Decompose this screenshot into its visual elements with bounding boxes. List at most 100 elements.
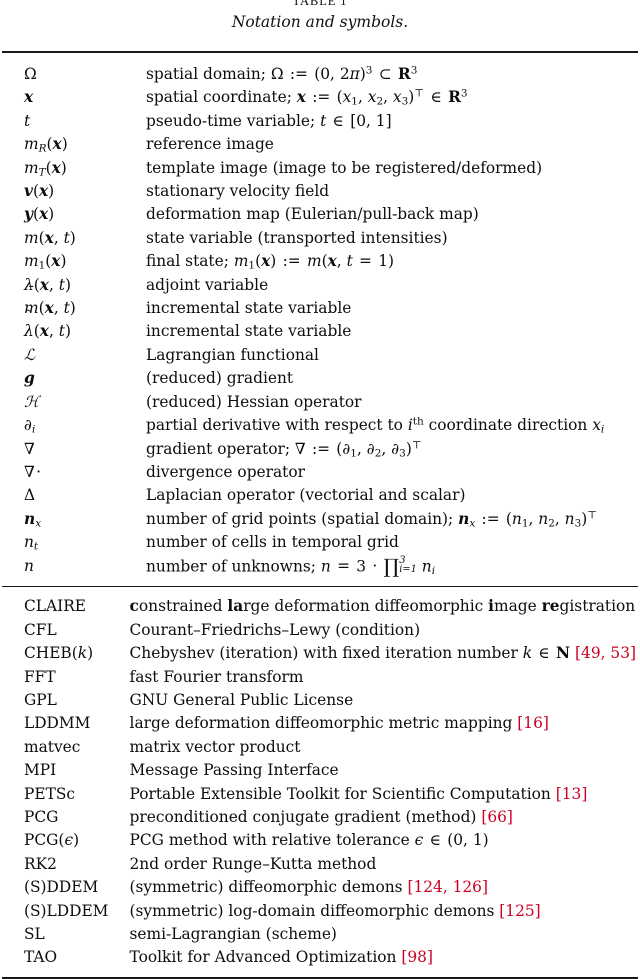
table-row: PCG(ϵ) PCG method with relative toleranc…	[0, 829, 640, 852]
table-row: Ω spatial domain; Ω := (0, 2π)3 ⊂ R3	[0, 53, 640, 86]
description-text: Toolkit for Advanced Optimization	[129, 948, 397, 967]
citation-ref[interactable]: [66]	[481, 808, 513, 826]
table-row: PCG preconditioned conjugate gradient (m…	[0, 806, 640, 829]
table-row: mR(x) reference image	[0, 133, 640, 156]
symbol-cell: mR(x)	[24, 135, 68, 155]
symbol-cell: y(x)	[24, 205, 55, 224]
symbol-cell: ℒ	[24, 345, 36, 364]
description-cell: (reduced) gradient	[146, 369, 294, 388]
description-cell: gradient operator; ∇ := (∂1, ∂2, ∂3)⊤	[146, 439, 422, 460]
table-row: v(x) stationary velocity field	[0, 180, 640, 203]
acronym-cell: TAO	[24, 948, 58, 967]
acronyms-table: CLAIRE constrained large deformation dif…	[0, 587, 640, 977]
description-text: large deformation diffeomorphic metric m…	[129, 714, 513, 733]
description-cell: matrix vector product	[129, 737, 301, 756]
description-cell: pseudo-time variable; t ∈ [0, 1]	[146, 111, 392, 130]
symbol-cell: m(x, t)	[24, 228, 76, 247]
citation-ref[interactable]: [49, 53]	[575, 644, 636, 662]
citation-ref[interactable]: [16]	[517, 714, 549, 732]
table-row: ℒ Lagrangian functional	[0, 344, 640, 367]
description-cell: fast Fourier transform	[129, 667, 304, 686]
symbol-cell: mT(x)	[24, 158, 67, 179]
symbols-table: Ω spatial domain; Ω := (0, 2π)3 ⊂ R3 x s…	[0, 53, 640, 586]
acronym-cell: matvec	[24, 737, 81, 756]
description-cell: divergence operator	[146, 462, 305, 481]
table-row: CLAIRE constrained large deformation dif…	[0, 587, 640, 618]
acronym-cell: LDDMM	[24, 714, 91, 733]
table-row: Δ Laplacian operator (vectorial and scal…	[0, 484, 640, 507]
table-row: (S)DDEM (symmetric) diffeomorphic demons…	[0, 876, 640, 899]
description-cell: (symmetric) diffeomorphic demons [124, 1…	[130, 876, 640, 899]
acronym-cell: (S)DDEM	[24, 878, 99, 897]
description-cell: large deformation diffeomorphic metric m…	[130, 712, 640, 735]
symbol-cell: λ(x, t)	[24, 275, 71, 294]
description-cell: adjoint variable	[146, 275, 269, 294]
citation-ref[interactable]: [125]	[499, 902, 540, 920]
acronym-cell: CLAIRE	[24, 597, 87, 616]
table-row: SL semi-Lagrangian (scheme)	[0, 923, 640, 946]
symbol-cell: n	[24, 556, 34, 575]
description-cell: final state; m1(x) := m(x, t = 1)	[146, 252, 395, 272]
table-row: ˜ λ(x, t) incremental state variable	[0, 307, 640, 343]
acronym-cell: FFT	[24, 667, 56, 686]
table-row: m1(x) final state; m1(x) := m(x, t = 1)	[0, 250, 640, 273]
description-cell: state variable (transported intensities)	[146, 228, 448, 247]
symbol-cell: ˜ λ(x, t)	[24, 307, 71, 341]
symbol-cell: ∇·	[24, 462, 42, 481]
table-row: PETSc Portable Extensible Toolkit for Sc…	[0, 783, 640, 806]
table-row: TAO Toolkit for Advanced Optimization [9…	[0, 946, 640, 976]
table-row: RK2 2nd order Runge–Kutta method	[0, 853, 640, 876]
description-text: preconditioned conjugate gradient (metho…	[129, 808, 477, 827]
description-cell: number of grid points (spatial domain); …	[146, 509, 598, 530]
description-cell: semi-Lagrangian (scheme)	[129, 925, 337, 944]
citation-ref[interactable]: [13]	[556, 785, 588, 803]
description-cell: preconditioned conjugate gradient (metho…	[130, 806, 640, 829]
table-row: FFT fast Fourier transform	[0, 666, 640, 689]
description-text: (symmetric) log-domain diffeomorphic dem…	[129, 901, 495, 920]
symbol-cell: g	[24, 369, 35, 388]
table-row: CFL Courant–Friedrichs–Lewy (condition)	[0, 619, 640, 642]
acronym-cell: PCG(ϵ)	[24, 831, 80, 850]
table-row: CHEB(k) Chebyshev (iteration) with fixed…	[0, 642, 640, 665]
description-cell: PCG method with relative tolerance ϵ ∈ (…	[129, 831, 489, 850]
table-row: n number of unknowns; n = 3 · ∏ 3 i=1 ni	[0, 555, 640, 587]
symbol-cell: ¯ m(x, t)	[24, 284, 76, 318]
symbol-cell: v(x)	[24, 182, 55, 201]
description-cell: (symmetric) log-domain diffeomorphic dem…	[130, 900, 640, 923]
symbol-cell: nx	[24, 509, 42, 530]
description-text: Portable Extensible Toolkit for Scientif…	[129, 784, 551, 803]
table-row: m(x, t) state variable (transported inte…	[0, 227, 640, 250]
table-row: ℋ (reduced) Hessian operator	[0, 391, 640, 414]
tilde-accent: ˜	[25, 307, 33, 325]
acronym-cell: (S)LDDEM	[24, 901, 109, 920]
description-cell: partial derivative with respect to ith c…	[146, 415, 605, 436]
symbol-cell: nt	[24, 533, 39, 553]
table-row: MPI Message Passing Interface	[0, 759, 640, 782]
acronym-cell: PETSc	[24, 784, 76, 803]
description-cell: Laplacian operator (vectorial and scalar…	[146, 486, 466, 505]
description-cell: template image (image to be registered/d…	[146, 158, 543, 177]
description-cell: stationary velocity field	[146, 182, 330, 201]
table-row: t pseudo-time variable; t ∈ [0, 1]	[0, 110, 640, 133]
symbol-cell: x	[24, 88, 34, 107]
acronym-cell: SL	[24, 925, 45, 944]
description-cell: GNU General Public License	[129, 691, 354, 709]
description-cell: Toolkit for Advanced Optimization [98]	[130, 946, 640, 976]
citation-ref[interactable]: [98]	[401, 948, 433, 966]
table-row: ∇· divergence operator	[0, 461, 640, 484]
table-row: ∂i partial derivative with respect to it…	[0, 414, 640, 437]
description-cell: reference image	[146, 135, 274, 154]
citation-ref[interactable]: [124, 126]	[407, 878, 488, 896]
description-text: (symmetric) diffeomorphic demons	[129, 878, 403, 897]
description-cell: 2nd order Runge–Kutta method	[129, 854, 377, 873]
symbol-cell: ∂i	[24, 416, 36, 436]
acronym-cell: CFL	[24, 620, 57, 639]
description-cell: spatial domain; Ω := (0, 2π)3 ⊂ R3	[146, 64, 418, 83]
description-cell: number of unknowns; n = 3 · ∏ 3 i=1 ni	[146, 554, 436, 578]
acronym-cell: PCG	[24, 808, 59, 827]
acronym-cell: GPL	[24, 691, 57, 709]
description-cell: (reduced) Hessian operator	[146, 392, 362, 411]
table-row: x spatial coordinate; x := (x1, x2, x3)⊤…	[0, 86, 640, 109]
acronym-cell: RK2	[24, 854, 57, 873]
description-cell: Portable Extensible Toolkit for Scientif…	[130, 783, 640, 806]
